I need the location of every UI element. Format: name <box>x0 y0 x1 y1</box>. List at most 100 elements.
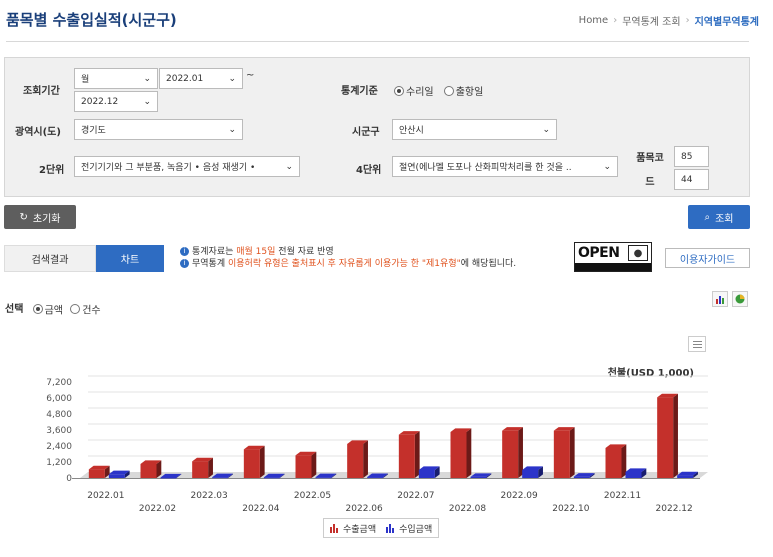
x-tick-label: 2022.04 <box>242 504 279 514</box>
open-license-strip <box>575 263 651 271</box>
metric-radio-amount[interactable] <box>32 304 43 314</box>
notice-line1-highlight: 매월 15일 <box>236 247 276 257</box>
export-bar-side <box>466 428 472 478</box>
end-month-select[interactable]: 2022.12 ⌄ <box>74 91 158 112</box>
chart-menu-button[interactable] <box>688 336 706 352</box>
user-guide-button[interactable]: 이용자가이드 <box>665 248 750 268</box>
level2-label: 2단위 <box>39 165 65 176</box>
breadcrumb-separator: › <box>613 15 618 26</box>
province-select[interactable]: 경기도 ⌄ <box>74 119 243 140</box>
reset-label: 초기화 <box>32 213 61 225</box>
export-bar <box>88 469 105 478</box>
breadcrumb-trade-stats[interactable]: 무역통계 조회 <box>622 13 680 28</box>
attribution-icon: ● <box>628 245 648 261</box>
export-bar-side <box>673 393 678 478</box>
level4-select[interactable]: 절연(에나멜 도포나 산화피막처리를 한 것을 .. ⌄ <box>392 156 618 177</box>
city-value: 안산시 <box>399 126 424 136</box>
notice-text: i 통계자료는 매월 15일 전월 자료 반영 i 무역통계 이용허락 유형은 출처… <box>180 246 516 270</box>
tab-results[interactable]: 검색결과 <box>4 245 96 272</box>
metric-radio-count[interactable] <box>70 304 81 314</box>
import-bar <box>625 472 642 478</box>
chevron-down-icon: ⌄ <box>603 161 611 172</box>
y-tick-label: 7,200 <box>46 378 72 388</box>
x-tick-label: 2022.02 <box>139 504 176 514</box>
menu-line <box>692 340 702 342</box>
import-bar <box>677 475 694 478</box>
breadcrumb-separator: › <box>685 15 690 26</box>
x-tick-label: 2022.10 <box>552 504 589 514</box>
code-input-1[interactable]: 85 <box>674 146 709 167</box>
import-bar <box>108 474 125 478</box>
legend-item-import[interactable]: 수입금액 <box>386 522 432 535</box>
basis-radio-suri[interactable] <box>394 85 404 96</box>
export-bar <box>398 434 415 478</box>
export-bar <box>347 444 364 478</box>
import-bar <box>160 477 177 479</box>
x-tick-label: 2022.08 <box>449 504 486 514</box>
open-license-badge: OPEN ● <box>574 242 652 272</box>
search-button[interactable]: ⌕ 조회 <box>688 205 750 229</box>
breadcrumb-regional-stats[interactable]: 지역별무역통계 <box>695 13 759 28</box>
notice-line1-post: 전월 자료 반영 <box>275 247 334 257</box>
basis-option-departure: 출항일 <box>455 87 484 98</box>
bar-chart: 0 1,200 2,400 3,600 4,800 6,000 7,200 2022.01 20… <box>46 375 708 514</box>
tab-chart[interactable]: 차트 <box>96 245 164 272</box>
chevron-down-icon: ⌄ <box>143 96 151 107</box>
legend-item-export[interactable]: 수출금액 <box>330 522 376 535</box>
export-bar-side <box>569 427 575 478</box>
export-bar <box>243 449 260 478</box>
city-select[interactable]: 안산시 ⌄ <box>392 119 557 140</box>
export-bar <box>502 430 519 478</box>
open-license-word: OPEN <box>578 245 620 261</box>
export-bar <box>553 430 570 478</box>
basis-radio-group: 수리일 출항일 <box>394 80 483 99</box>
y-tick-label: 0 <box>66 474 72 484</box>
reset-button[interactable]: ↻ 초기화 <box>4 205 76 229</box>
x-tick-label: 2022.11 <box>604 491 641 501</box>
export-bar <box>295 455 312 478</box>
export-bar-side <box>363 440 368 478</box>
x-tick-label: 2022.05 <box>294 491 331 501</box>
import-bar <box>418 470 435 478</box>
metric-option-amount: 금액 <box>44 305 63 317</box>
x-tick-label: 2022.09 <box>501 491 538 501</box>
notice-line1-pre: 통계자료는 <box>192 247 237 257</box>
chevron-down-icon: ⌄ <box>228 124 236 135</box>
y-tick-label: 4,800 <box>46 410 72 420</box>
page-title: 품목별 수출입실적(시군구) <box>6 11 177 29</box>
bar-chart-icon[interactable] <box>712 291 728 307</box>
search-panel: 조회기간 월 ⌄ 2022.01 ⌄ ~ 2022.12 ⌄ 통계기준 수리일 출항일… <box>4 57 750 197</box>
chevron-down-icon: ⌄ <box>542 124 550 135</box>
x-tick-label: 2022.12 <box>656 504 693 514</box>
start-month-select[interactable]: 2022.01 ⌄ <box>159 68 243 89</box>
period-unit-select[interactable]: 월 ⌄ <box>74 68 158 89</box>
pie-chart-icon[interactable] <box>732 291 748 307</box>
x-tick-label: 2022.07 <box>397 491 434 501</box>
export-bar <box>605 448 622 478</box>
import-bar <box>263 477 280 479</box>
bar-chart-icon <box>330 524 338 533</box>
period-label: 조회기간 <box>23 86 60 97</box>
notice-line2-pre: 무역통계 <box>192 259 228 269</box>
breadcrumb-home[interactable]: Home <box>579 15 609 26</box>
legend-label-import: 수입금액 <box>399 524 433 535</box>
end-month-value: 2022.12 <box>81 96 119 107</box>
level2-value: 전기기기와 그 부분품, 녹음기 • 음성 재생기 • <box>81 163 256 173</box>
import-bar <box>315 477 332 479</box>
export-bar <box>450 432 467 478</box>
export-bar <box>192 461 209 478</box>
export-bar-side <box>311 451 317 478</box>
legend-label-export: 수출금액 <box>343 524 377 535</box>
basis-radio-departure[interactable] <box>443 85 454 96</box>
level2-select[interactable]: 전기기기와 그 부분품, 녹음기 • 음성 재생기 • ⌄ <box>74 156 300 177</box>
level4-label: 4단위 <box>356 165 382 176</box>
import-bar <box>367 477 384 479</box>
menu-line <box>692 343 702 345</box>
selector-label: 선택 <box>5 304 24 315</box>
notice-line2-post: 에 해당됩니다. <box>460 259 517 269</box>
refresh-icon: ↻ <box>19 211 28 223</box>
code-input-2[interactable]: 44 <box>674 169 709 190</box>
chevron-down-icon: ⌄ <box>285 161 293 172</box>
search-icon: ⌕ <box>704 211 711 223</box>
import-bar <box>573 476 590 478</box>
